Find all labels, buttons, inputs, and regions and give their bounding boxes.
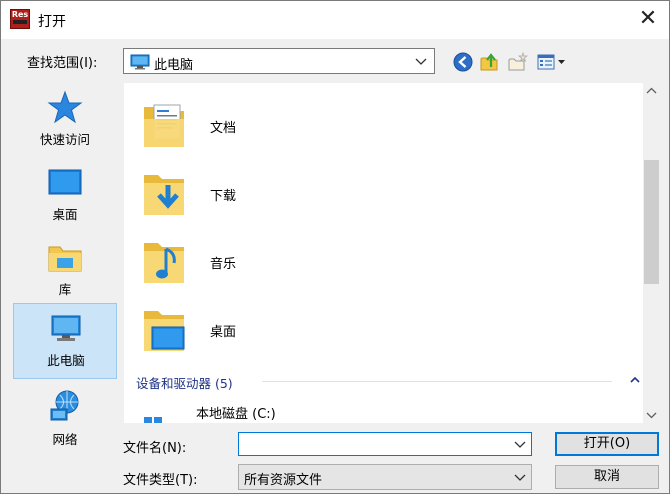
chevron-down-icon (415, 58, 427, 65)
scroll-up-arrow-icon[interactable] (643, 83, 660, 100)
this-pc-icon (51, 315, 81, 341)
quick-access-star-icon (47, 90, 83, 124)
list-item-drive-c[interactable]: 本地磁盘 (C:) (136, 401, 436, 423)
look-in-label: 查找范围(I): (27, 56, 98, 71)
list-item-desktop[interactable]: 桌面 (138, 301, 438, 361)
filename-combobox[interactable] (238, 432, 532, 456)
open-button[interactable]: 打开(O) (555, 432, 659, 456)
list-item-music[interactable]: 音乐 (138, 233, 438, 293)
music-folder-icon (144, 243, 184, 283)
up-folder-icon[interactable] (479, 51, 501, 73)
filetype-select[interactable]: 所有资源文件 (238, 464, 532, 490)
folder-label: 桌面 (210, 325, 237, 340)
back-arrow-icon[interactable] (452, 51, 474, 73)
group-header-devices[interactable]: 设备和驱动器 (5) (136, 373, 641, 391)
cancel-button[interactable]: 取消 (555, 465, 659, 489)
downloads-folder-icon (144, 175, 184, 215)
app-icon: Res (10, 9, 30, 29)
filename-label: 文件名(N): (123, 441, 187, 456)
look-in-value: 此电脑 (154, 58, 194, 73)
places-bar: 快速访问 桌面 库 此电脑 网络 (7, 83, 119, 451)
app-icon-text: Res (11, 10, 29, 19)
chevron-down-icon (514, 474, 526, 481)
place-label: 桌面 (52, 207, 78, 222)
folder-label: 文档 (210, 121, 237, 136)
place-this-pc[interactable]: 此电脑 (13, 303, 117, 379)
new-folder-icon[interactable] (507, 51, 529, 73)
place-network[interactable]: 网络 (13, 383, 117, 455)
place-label: 快速访问 (39, 132, 90, 147)
view-menu-icon[interactable] (536, 51, 568, 73)
network-icon (50, 390, 79, 421)
app-icon-bar (13, 20, 27, 24)
place-label: 网络 (52, 432, 78, 447)
close-button[interactable]: ✕ (631, 5, 665, 35)
desktop-icon (48, 169, 82, 195)
place-quick-access[interactable]: 快速访问 (13, 83, 117, 155)
window-title: 打开 (38, 14, 66, 30)
file-list-pane[interactable]: 文档 下载 音乐 桌面 设备和驱动器 (5) 本地磁盘 (C:) (124, 83, 660, 423)
folder-label: 音乐 (210, 257, 237, 272)
documents-folder-icon (144, 104, 184, 147)
look-in-dropdown[interactable]: 此电脑 (123, 48, 435, 74)
chevron-down-icon[interactable] (512, 436, 528, 452)
open-file-dialog: Res 打开 ✕ 查找范围(I): 此电脑 快速访问 桌面 库 此电脑 网络 文… (0, 0, 670, 494)
group-divider (262, 381, 612, 382)
place-label: 库 (58, 282, 72, 297)
vertical-scrollbar[interactable] (643, 83, 660, 423)
group-title: 设备和驱动器 (5) (136, 376, 233, 391)
desktop-folder-icon (144, 311, 185, 351)
library-icon (48, 246, 82, 272)
chevron-up-icon[interactable] (630, 375, 640, 385)
folder-label: 下载 (210, 189, 237, 204)
filename-input[interactable] (242, 435, 504, 453)
filetype-label: 文件类型(T): (123, 473, 198, 488)
title-bar: Res 打开 ✕ (1, 1, 669, 39)
scroll-down-arrow-icon[interactable] (643, 406, 660, 423)
drive-label: 本地磁盘 (C:) (196, 407, 276, 422)
list-item-documents[interactable]: 文档 (138, 97, 438, 157)
list-item-downloads[interactable]: 下载 (138, 165, 438, 225)
windows-drive-icon (144, 417, 162, 423)
place-desktop[interactable]: 桌面 (13, 158, 117, 230)
place-label: 此电脑 (47, 353, 85, 368)
place-library[interactable]: 库 (13, 233, 117, 305)
scrollbar-thumb[interactable] (644, 160, 659, 284)
filetype-value: 所有资源文件 (244, 473, 323, 488)
this-pc-icon (130, 54, 150, 70)
